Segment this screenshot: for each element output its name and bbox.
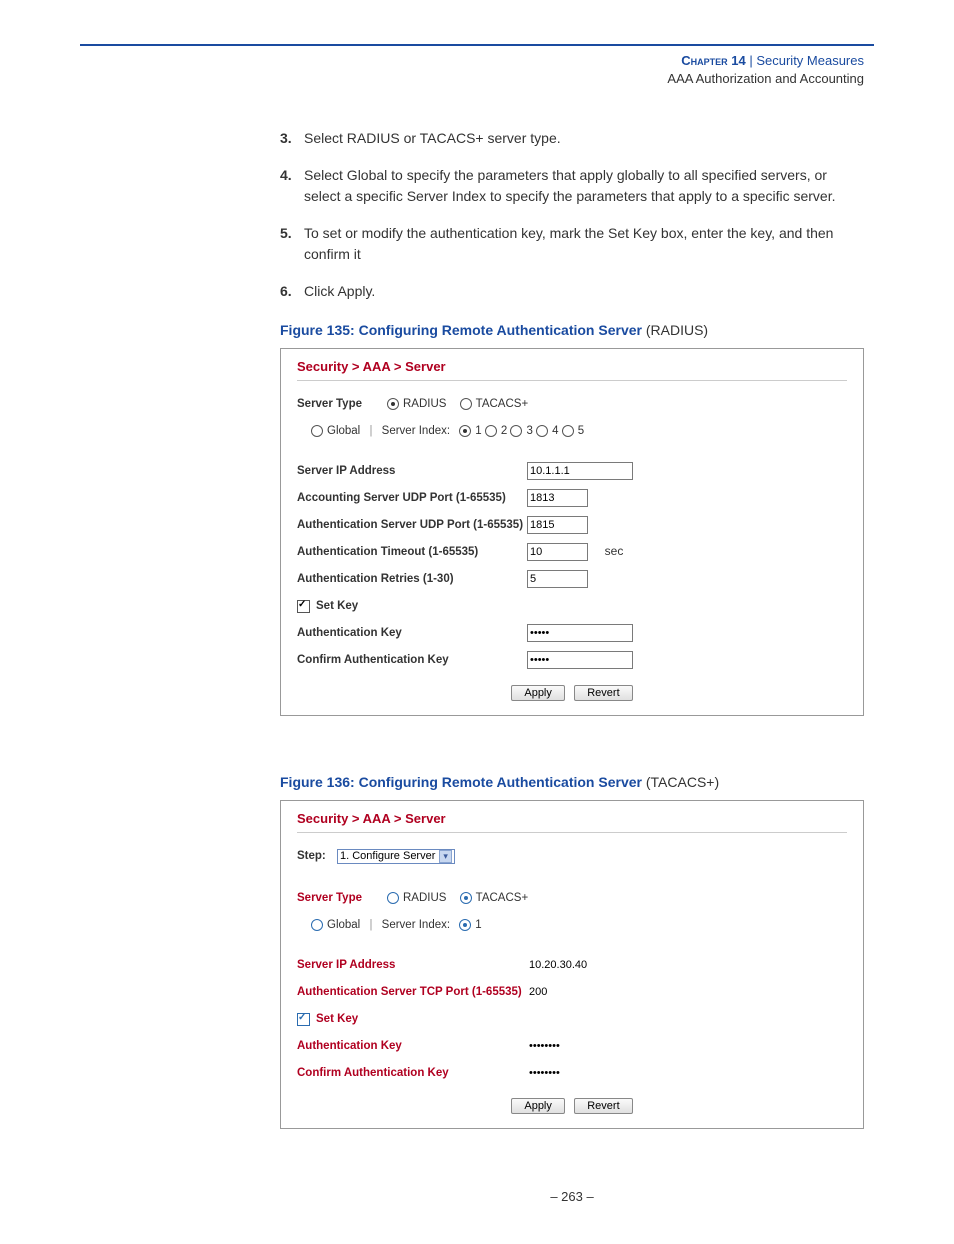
acct-port-input[interactable] (527, 489, 588, 507)
radio-tacacs-label: TACACS+ (476, 398, 529, 410)
tcp-port-input[interactable] (527, 984, 631, 1000)
header-title: Security Measures (756, 53, 864, 68)
step-5: 5. To set or modify the authentication k… (280, 223, 864, 265)
figure-subtitle: (TACACS+) (642, 774, 719, 790)
radius-panel: Security > AAA > Server Server Type RADI… (280, 348, 864, 716)
setkey-label: Set Key (316, 600, 358, 612)
confirmkey-input[interactable] (527, 1065, 631, 1081)
figure-135-caption: Figure 135: Configuring Remote Authentic… (280, 322, 864, 338)
divider: | (369, 425, 372, 437)
authkey-label: Authentication Key (297, 1040, 527, 1052)
ip-input[interactable] (527, 462, 633, 480)
confirmkey-input[interactable] (527, 651, 633, 669)
radio-radius-label: RADIUS (403, 892, 446, 904)
confirmkey-label: Confirm Authentication Key (297, 1067, 527, 1079)
radio-index-4[interactable] (536, 425, 548, 437)
step-text: To set or modify the authentication key,… (304, 223, 864, 265)
idx-4: 4 (552, 425, 558, 437)
radio-tacacs-label: TACACS+ (476, 892, 529, 904)
timeout-unit: sec (605, 544, 624, 558)
setkey-checkbox[interactable] (297, 600, 310, 613)
apply-button[interactable]: Apply (511, 685, 565, 701)
radio-tacacs[interactable] (460, 892, 472, 904)
figure-title: Figure 135: Configuring Remote Authentic… (280, 322, 642, 338)
tcp-port-label: Authentication Server TCP Port (1-65535) (297, 986, 527, 998)
header-sep: | (749, 53, 752, 68)
radio-radius[interactable] (387, 892, 399, 904)
auth-port-label: Authentication Server UDP Port (1-65535) (297, 519, 527, 531)
server-type-label: Server Type (297, 398, 387, 410)
radio-global-label: Global (327, 919, 360, 931)
step-text: Select RADIUS or TACACS+ server type. (304, 128, 561, 149)
auth-port-input[interactable] (527, 516, 588, 534)
instruction-list: 3. Select RADIUS or TACACS+ server type.… (280, 128, 864, 302)
confirmkey-label: Confirm Authentication Key (297, 654, 527, 666)
server-index-label: Server Index: (382, 425, 450, 437)
step-number: 6. (280, 281, 304, 302)
setkey-checkbox[interactable] (297, 1013, 310, 1026)
radio-index-2[interactable] (485, 425, 497, 437)
setkey-label: Set Key (316, 1013, 358, 1025)
breadcrumb: Security > AAA > Server (297, 811, 847, 833)
page-header: Chapter 14 | Security Measures AAA Autho… (80, 52, 874, 88)
idx-1: 1 (475, 919, 481, 931)
retries-label: Authentication Retries (1-30) (297, 573, 527, 585)
radio-index-5[interactable] (562, 425, 574, 437)
authkey-input[interactable] (527, 624, 633, 642)
apply-button[interactable]: Apply (511, 1098, 565, 1114)
radio-radius[interactable] (387, 398, 399, 410)
divider: | (369, 919, 372, 931)
step-6: 6. Click Apply. (280, 281, 864, 302)
figure-subtitle: (RADIUS) (642, 322, 708, 338)
radio-index-1[interactable] (459, 425, 471, 437)
header-rule (80, 44, 874, 46)
idx-3: 3 (526, 425, 532, 437)
ip-input[interactable] (527, 957, 631, 973)
acct-port-label: Accounting Server UDP Port (1-65535) (297, 492, 527, 504)
header-chapter: Chapter 14 (681, 53, 745, 68)
step-select[interactable]: 1. Configure Server ▾ (337, 849, 455, 864)
idx-2: 2 (501, 425, 507, 437)
idx-5: 5 (578, 425, 584, 437)
retries-input[interactable] (527, 570, 588, 588)
step-label: Step: (297, 850, 337, 862)
chevron-down-icon: ▾ (439, 850, 452, 863)
step-text: Select Global to specify the parameters … (304, 165, 864, 207)
radio-index-1[interactable] (459, 919, 471, 931)
authkey-label: Authentication Key (297, 627, 527, 639)
ip-label: Server IP Address (297, 959, 527, 971)
radio-index-3[interactable] (510, 425, 522, 437)
radio-global-label: Global (327, 425, 360, 437)
header-subtitle: AAA Authorization and Accounting (667, 71, 864, 86)
tacacs-panel: Security > AAA > Server Step: 1. Configu… (280, 800, 864, 1129)
breadcrumb: Security > AAA > Server (297, 359, 847, 381)
radio-global[interactable] (311, 919, 323, 931)
figure-title: Figure 136: Configuring Remote Authentic… (280, 774, 642, 790)
server-type-label: Server Type (297, 892, 387, 904)
step-number: 5. (280, 223, 304, 265)
step-3: 3. Select RADIUS or TACACS+ server type. (280, 128, 864, 149)
revert-button[interactable]: Revert (574, 685, 632, 701)
radio-tacacs[interactable] (460, 398, 472, 410)
step-4: 4. Select Global to specify the paramete… (280, 165, 864, 207)
step-number: 3. (280, 128, 304, 149)
step-text: Click Apply. (304, 281, 375, 302)
ip-label: Server IP Address (297, 465, 527, 477)
authkey-input[interactable] (527, 1038, 631, 1054)
revert-button[interactable]: Revert (574, 1098, 632, 1114)
radio-radius-label: RADIUS (403, 398, 446, 410)
idx-1: 1 (475, 425, 481, 437)
step-number: 4. (280, 165, 304, 207)
timeout-input[interactable] (527, 543, 588, 561)
figure-136-caption: Figure 136: Configuring Remote Authentic… (280, 774, 864, 790)
page-number: – 263 – (280, 1189, 864, 1204)
timeout-label: Authentication Timeout (1-65535) (297, 546, 527, 558)
radio-global[interactable] (311, 425, 323, 437)
server-index-label: Server Index: (382, 919, 450, 931)
step-select-value: 1. Configure Server (340, 850, 435, 862)
